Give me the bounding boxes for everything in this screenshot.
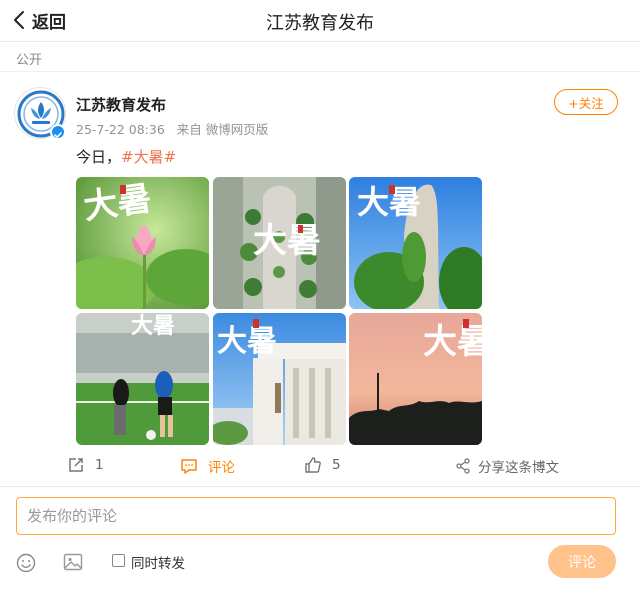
like-button[interactable]: 5	[304, 456, 341, 474]
top-bar: 返回 江苏教育发布	[0, 0, 640, 42]
calligraphy-text: 大暑	[253, 221, 321, 261]
image-grid: 大暑 大暑 大暑 大暑 大暑 大暑	[76, 177, 482, 445]
repost-icon	[69, 458, 83, 472]
comment-input[interactable]	[16, 497, 616, 535]
lotus-photo[interactable]: 大暑	[76, 177, 209, 309]
building-photo[interactable]: 大暑	[213, 313, 346, 445]
calligraphy-text: 大暑	[423, 322, 482, 362]
thumbs-up-icon	[305, 457, 321, 473]
submit-comment-button[interactable]: 评论	[548, 545, 616, 578]
football-photo[interactable]: 大暑	[76, 313, 209, 445]
like-count: 5	[332, 457, 341, 473]
image-icon	[63, 553, 83, 571]
divider	[0, 486, 640, 487]
verified-badge-icon	[50, 124, 66, 140]
image-upload-button[interactable]	[63, 552, 83, 576]
visibility-label: 公开	[16, 53, 43, 68]
post-time[interactable]: 25-7-22 08:36	[76, 122, 165, 137]
follow-button[interactable]: +关注	[554, 89, 618, 115]
share-button[interactable]: 分享这条博文	[455, 456, 559, 476]
author-name[interactable]: 江苏教育发布	[76, 94, 166, 115]
repost-checkbox[interactable]	[112, 554, 125, 567]
post-meta: 25-7-22 08:36 来自 微博网页版	[76, 119, 276, 138]
calligraphy-text: 大暑	[131, 313, 175, 339]
post-actions: 1 评论 5 分享这条博文	[0, 452, 640, 480]
page-title: 江苏教育发布	[266, 13, 374, 34]
comment-icon	[181, 459, 197, 474]
repost-button[interactable]: 1	[67, 456, 104, 474]
rock-vines-photo[interactable]: 大暑	[349, 177, 482, 309]
emoji-button[interactable]	[16, 553, 36, 577]
post-text-prefix: 今日，	[76, 148, 122, 166]
comment-tab[interactable]: 评论	[180, 456, 235, 476]
campus-aerial-photo[interactable]: 大暑	[213, 177, 346, 309]
post-source: 来自 微博网页版	[176, 122, 269, 137]
hashtag-link[interactable]: #大暑#	[121, 148, 176, 166]
post-text: 今日，#大暑#	[76, 146, 176, 167]
comment-label: 评论	[208, 460, 235, 476]
repost-checkbox-label[interactable]: 同时转发	[131, 552, 185, 572]
smiley-icon	[16, 553, 36, 573]
repost-count: 1	[95, 457, 104, 473]
divider	[0, 71, 640, 72]
share-icon	[456, 458, 470, 474]
share-label: 分享这条博文	[478, 460, 559, 476]
calligraphy-text: 大暑	[217, 324, 277, 359]
sunset-photo[interactable]: 大暑	[349, 313, 482, 445]
